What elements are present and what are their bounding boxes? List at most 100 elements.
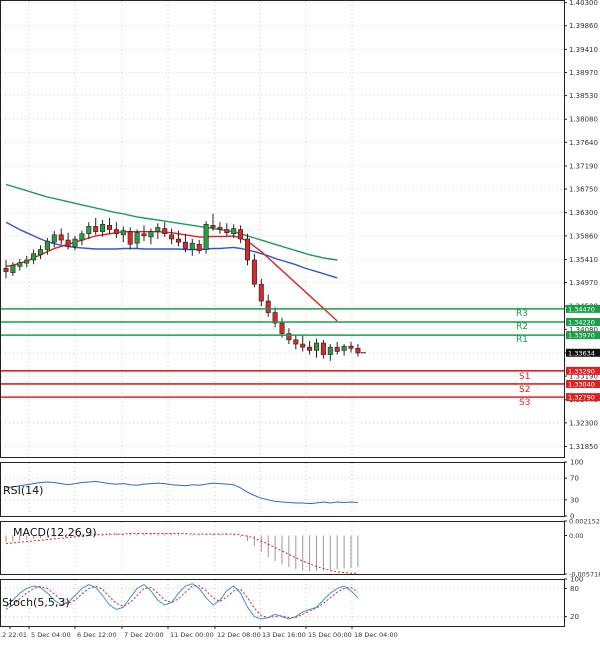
price-tick-label: 1.35410	[569, 256, 598, 264]
candle-body	[258, 283, 264, 302]
price-tick-label: 1.38970	[569, 69, 598, 77]
pivot-price-label: 1.34470	[568, 305, 595, 313]
pivot-label-r2: R2	[516, 322, 528, 332]
time-tick-label: 12 Dec 08:00	[217, 631, 261, 639]
candle-body	[169, 234, 175, 240]
price-tick-label: 1.39410	[569, 46, 598, 54]
candle-body	[189, 242, 195, 250]
candle-body	[127, 231, 133, 245]
price-tick-label: 1.40300	[569, 0, 598, 7]
price-tick-label: 1.34970	[569, 279, 598, 287]
candle-body	[79, 233, 85, 241]
candle-body	[238, 229, 244, 240]
stoch-title: Stoch(5,5,3)	[2, 596, 70, 609]
time-tick-label: 5 Dec 04:00	[31, 631, 71, 639]
candle-body	[300, 343, 306, 348]
stoch-tick-label: 100	[570, 576, 583, 584]
candle-body	[155, 227, 161, 232]
pivot-price-label: 1.34220	[568, 319, 595, 327]
time-tick-label: 7 Dec 20:00	[124, 631, 164, 639]
stoch-tick-label: 20	[570, 613, 579, 621]
rsi-tick-label: 70	[570, 475, 579, 483]
candle-body	[348, 345, 354, 349]
time-tick-label: .2 22:01	[0, 631, 27, 639]
candle-body	[120, 230, 126, 236]
chart-svg: 1.40300 1.39860 1.39410 1.38970 1.38530 1.380…	[0, 0, 600, 639]
candle-body	[245, 238, 251, 261]
candle-body	[3, 268, 9, 272]
stoch-tick-label: 80	[570, 585, 579, 593]
candle-body	[58, 234, 64, 241]
candle-body	[210, 225, 216, 228]
candle-body	[31, 253, 37, 261]
price-tick-label: 1.37190	[569, 162, 598, 170]
macd-tick-label: 0.00	[569, 532, 583, 540]
candle-body	[251, 259, 257, 285]
price-tick-label: 1.35860	[569, 232, 598, 240]
candle-body	[134, 232, 140, 244]
pivot-price-label: 1.32790	[568, 394, 595, 402]
price-tick-label: 1.31850	[569, 443, 598, 451]
candle-body	[113, 229, 119, 235]
pivot-price-label: 1.33290	[568, 367, 595, 375]
candle-body	[44, 240, 50, 250]
candle-body	[293, 339, 299, 345]
candle-body	[355, 347, 361, 354]
candle-body	[341, 345, 347, 351]
price-tick-label: 1.32300	[569, 419, 598, 427]
candle-body	[162, 228, 168, 235]
price-tick-label: 1.38080	[569, 116, 598, 124]
candle-body	[203, 223, 209, 250]
candle-body	[320, 342, 326, 355]
pivot-label-r3: R3	[516, 309, 528, 319]
panel-frame-price	[0, 0, 565, 458]
candle-body	[313, 342, 319, 351]
pivot-label-r1: R1	[516, 335, 528, 345]
candle-body	[10, 264, 16, 273]
candle-body	[279, 322, 285, 334]
candle-body	[107, 225, 113, 230]
pivot-price-label: 1.33040	[568, 380, 595, 388]
candle-body	[141, 233, 147, 237]
current-price-label: 1.33634	[568, 349, 595, 357]
candle-body	[37, 249, 43, 256]
price-tick-label: 1.37640	[569, 139, 598, 147]
pivot-price-label: 1.33970	[568, 332, 595, 340]
candle-body	[148, 231, 154, 238]
candle-body	[224, 229, 230, 234]
candle-body	[265, 300, 271, 313]
candle-body	[93, 226, 99, 232]
pivot-label-s3: S3	[519, 398, 530, 408]
panel-frame-rsi	[0, 462, 565, 517]
candle-body	[51, 234, 57, 243]
candle-body	[86, 226, 92, 235]
candle-body	[182, 241, 188, 249]
pivot-label-s1: S1	[519, 372, 530, 382]
candle-body	[231, 228, 237, 235]
time-tick-label: 11 Dec 00:00	[170, 631, 214, 639]
price-tick-label: 1.39860	[569, 22, 598, 30]
candle-body	[100, 223, 106, 232]
price-tick-label: 1.38530	[569, 92, 598, 100]
candle-body	[72, 238, 78, 247]
candle-body	[176, 238, 182, 243]
pivot-label-s2: S2	[519, 385, 530, 395]
rsi-tick-label: 100	[570, 459, 583, 467]
candle-body	[217, 227, 223, 230]
forex-chart: 1.40300 1.39860 1.39410 1.38970 1.38530 1.380…	[0, 0, 600, 644]
time-tick-label: 6 Dec 12:00	[77, 631, 117, 639]
rsi-title: RSI(14)	[3, 484, 43, 497]
time-tick-label: 18 Dec 04:00	[354, 631, 398, 639]
time-tick-label: 15 Dec 00:00	[308, 631, 352, 639]
macd-title: MACD(12,26,9)	[13, 526, 97, 539]
candle-body	[327, 346, 333, 355]
time-tick-label: 13 Dec 16:00	[262, 631, 306, 639]
price-tick-label: 1.36750	[569, 186, 598, 194]
candle-body	[17, 262, 23, 267]
price-tick-label: 1.36300	[569, 209, 598, 217]
rsi-tick-label: 30	[570, 496, 579, 504]
macd-tick-label: 0.002152	[569, 518, 600, 526]
candle-body	[196, 243, 202, 251]
candle-body	[24, 259, 30, 264]
candle-body	[65, 239, 71, 247]
